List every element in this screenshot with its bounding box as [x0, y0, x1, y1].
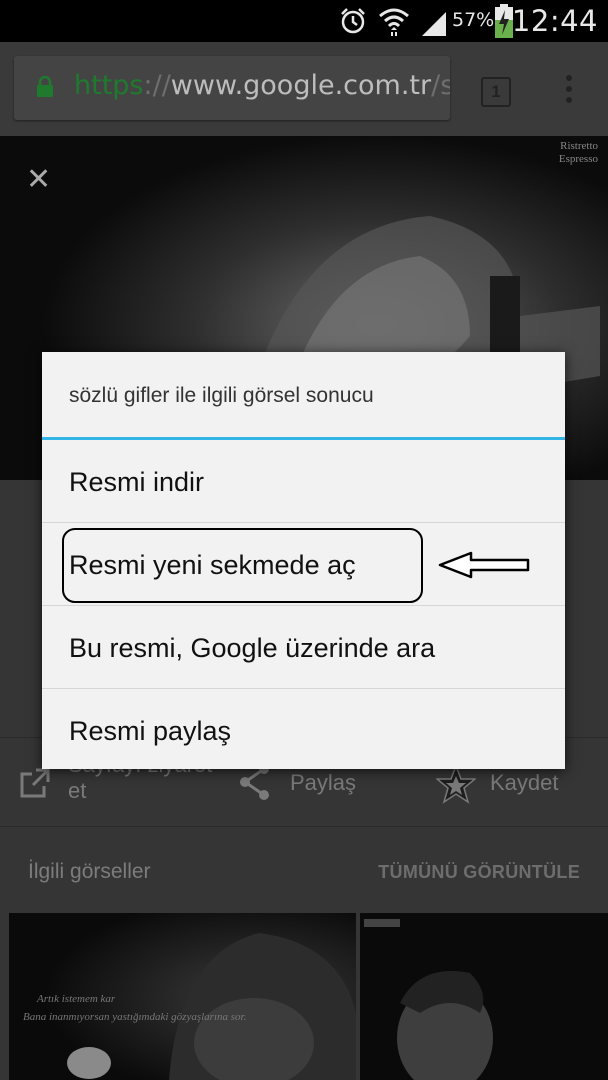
url-separator: :// — [143, 70, 171, 101]
related-image-thumb[interactable] — [360, 913, 608, 1080]
related-images-title: İlgili görseller — [28, 860, 151, 883]
browser-toolbar: https://www.google.com.tr/se 1 — [0, 42, 608, 136]
dialog-title: sözlü gifler ile ilgili görsel sonucu — [69, 384, 374, 407]
battery-percent: 57% — [452, 9, 495, 31]
thumb-image — [360, 913, 608, 1080]
signal-icon — [422, 12, 446, 36]
menu-item-label: Resmi indir — [69, 467, 205, 497]
url-scheme: https — [74, 70, 144, 101]
tab-switcher-button[interactable]: 1 — [481, 77, 511, 107]
menu-item-label: Bu resmi, Google üzerinde ara — [69, 633, 436, 663]
highlight-annotation-box — [62, 528, 423, 603]
overflow-menu-icon[interactable] — [561, 72, 577, 108]
view-all-link[interactable]: TÜMÜNÜ GÖRÜNTÜLE — [378, 862, 580, 883]
thumb-caption-1: Artık istemem kar — [37, 993, 116, 1005]
open-external-icon — [20, 768, 50, 798]
status-bar: 57% 12:44 — [0, 0, 608, 42]
menu-item-label: Resmi paylaş — [69, 716, 232, 746]
lock-icon — [37, 76, 53, 97]
url-host: www.google.com.tr — [170, 70, 432, 101]
image-watermark: Ristretto Espresso — [559, 140, 598, 166]
wifi-icon — [379, 8, 409, 36]
visit-page-label-2: et — [68, 778, 87, 803]
url-path: /se — [431, 70, 450, 101]
share-label: Paylaş — [290, 770, 357, 795]
divider — [0, 826, 608, 827]
menu-item-search-google-for-image[interactable]: Bu resmi, Google üzerinde ara — [42, 606, 565, 688]
related-image-thumb[interactable]: Artık istemem kar Bana inanmıyorsan yast… — [9, 913, 356, 1080]
url-text: https://www.google.com.tr/se — [74, 70, 450, 101]
menu-item-download-image[interactable]: Resmi indir — [42, 440, 565, 522]
alarm-icon — [341, 8, 365, 34]
watermark-line-2: Espresso — [558, 153, 598, 165]
close-icon[interactable]: ✕ — [26, 162, 51, 197]
watermark-line-1: Ristretto — [560, 140, 598, 152]
save-label: Kaydet — [490, 770, 559, 795]
annotation-arrow-icon — [438, 551, 530, 579]
clock: 12:44 — [511, 4, 598, 38]
url-bar[interactable]: https://www.google.com.tr/se — [14, 56, 450, 120]
menu-item-share-image[interactable]: Resmi paylaş — [42, 689, 565, 771]
thumb-caption-2: Bana inanmıyorsan yastığımdaki gözyaşlar… — [23, 1011, 247, 1023]
